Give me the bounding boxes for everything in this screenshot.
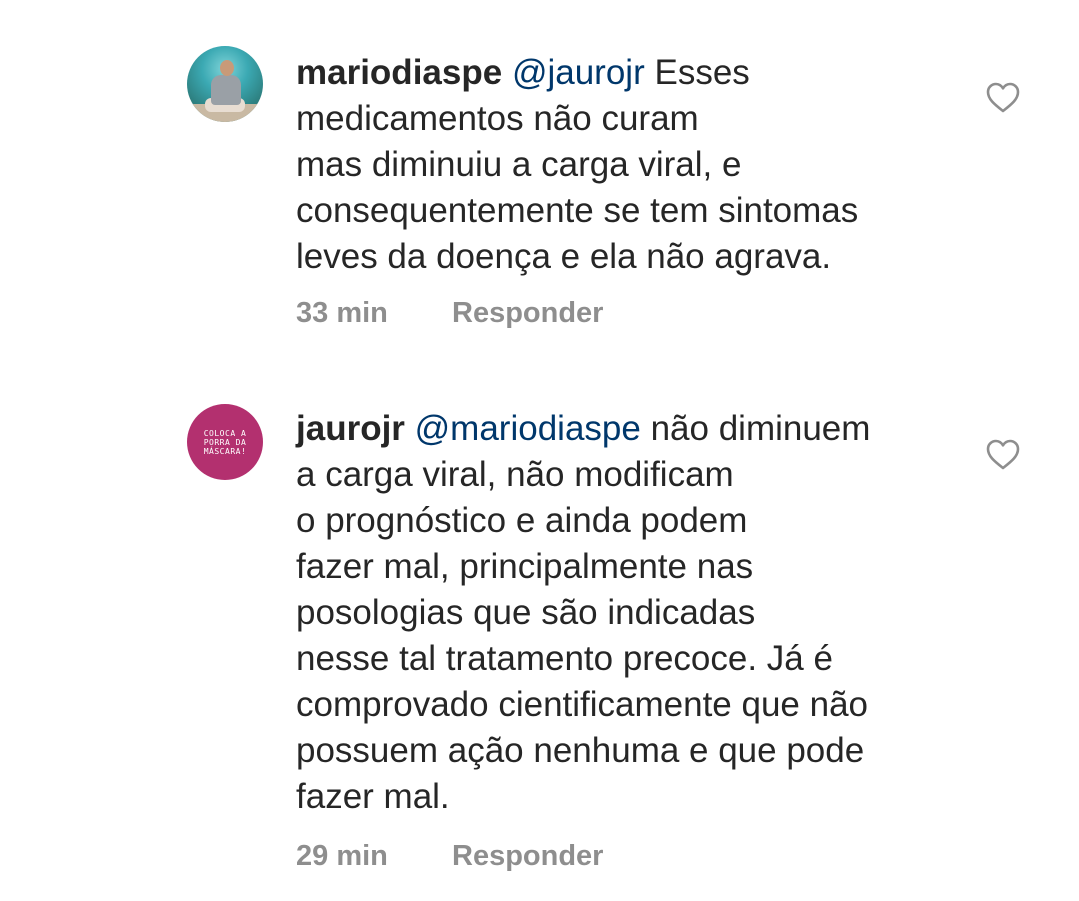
comment-first-line: mariodiaspe @jaurojr Esses: [296, 50, 956, 96]
comment-text-line: posologias que são indicadas: [296, 593, 756, 632]
comment-username[interactable]: jaurojr: [296, 409, 405, 448]
comment-text-line: fazer mal, principalmente nas: [296, 547, 754, 586]
comment-mention[interactable]: @mariodiaspe: [415, 409, 641, 448]
comment-body: jaurojr @mariodiaspe não diminuem a carg…: [296, 406, 956, 820]
comment-first-line: jaurojr @mariodiaspe não diminuem: [296, 406, 956, 452]
comment-meta: 29 min Responder: [296, 840, 603, 873]
comment-text-line: nesse tal tratamento precoce. Já é: [296, 639, 833, 678]
comment-text-line: leves da doença e ela não agrava.: [296, 237, 832, 276]
heart-outline-icon: [986, 439, 1020, 470]
reply-button[interactable]: Responder: [452, 840, 603, 873]
comment-timestamp: 29 min: [296, 840, 388, 872]
avatar-photo-head: [220, 60, 234, 76]
reply-button[interactable]: Responder: [452, 297, 603, 330]
like-button[interactable]: [986, 82, 1020, 114]
comment-text-line: comprovado cientificamente que não: [296, 685, 869, 724]
comment-text-line: a carga viral, não modificam: [296, 455, 734, 494]
avatar[interactable]: [187, 46, 263, 122]
comment-thread: mariodiaspe @jaurojr Esses medicamentos …: [0, 0, 1079, 901]
comment-text: Esses: [654, 53, 750, 92]
comment-body: mariodiaspe @jaurojr Esses medicamentos …: [296, 50, 956, 280]
comment-text-line: medicamentos não curam: [296, 99, 699, 138]
comment-timestamp: 33 min: [296, 297, 388, 329]
comment-mention[interactable]: @jaurojr: [512, 53, 645, 92]
avatar-badge-text: COLOCA A PORRA DA MÁSCARA!: [203, 428, 247, 456]
comment-text-line: fazer mal.: [296, 777, 450, 816]
comment-text: não diminuem: [650, 409, 871, 448]
comment-text-line: possuem ação nenhuma e que pode: [296, 731, 865, 770]
comment-username[interactable]: mariodiaspe: [296, 53, 502, 92]
avatar-photo-body: [211, 75, 241, 105]
comment-text-line: o prognóstico e ainda podem: [296, 501, 748, 540]
comment-text-line: mas diminuiu a carga viral, e: [296, 145, 742, 184]
avatar[interactable]: COLOCA A PORRA DA MÁSCARA!: [187, 404, 263, 480]
comment-text-line: consequentemente se tem sintomas: [296, 191, 859, 230]
like-button[interactable]: [986, 439, 1020, 471]
heart-outline-icon: [986, 82, 1020, 113]
comment-meta: 33 min Responder: [296, 297, 603, 330]
